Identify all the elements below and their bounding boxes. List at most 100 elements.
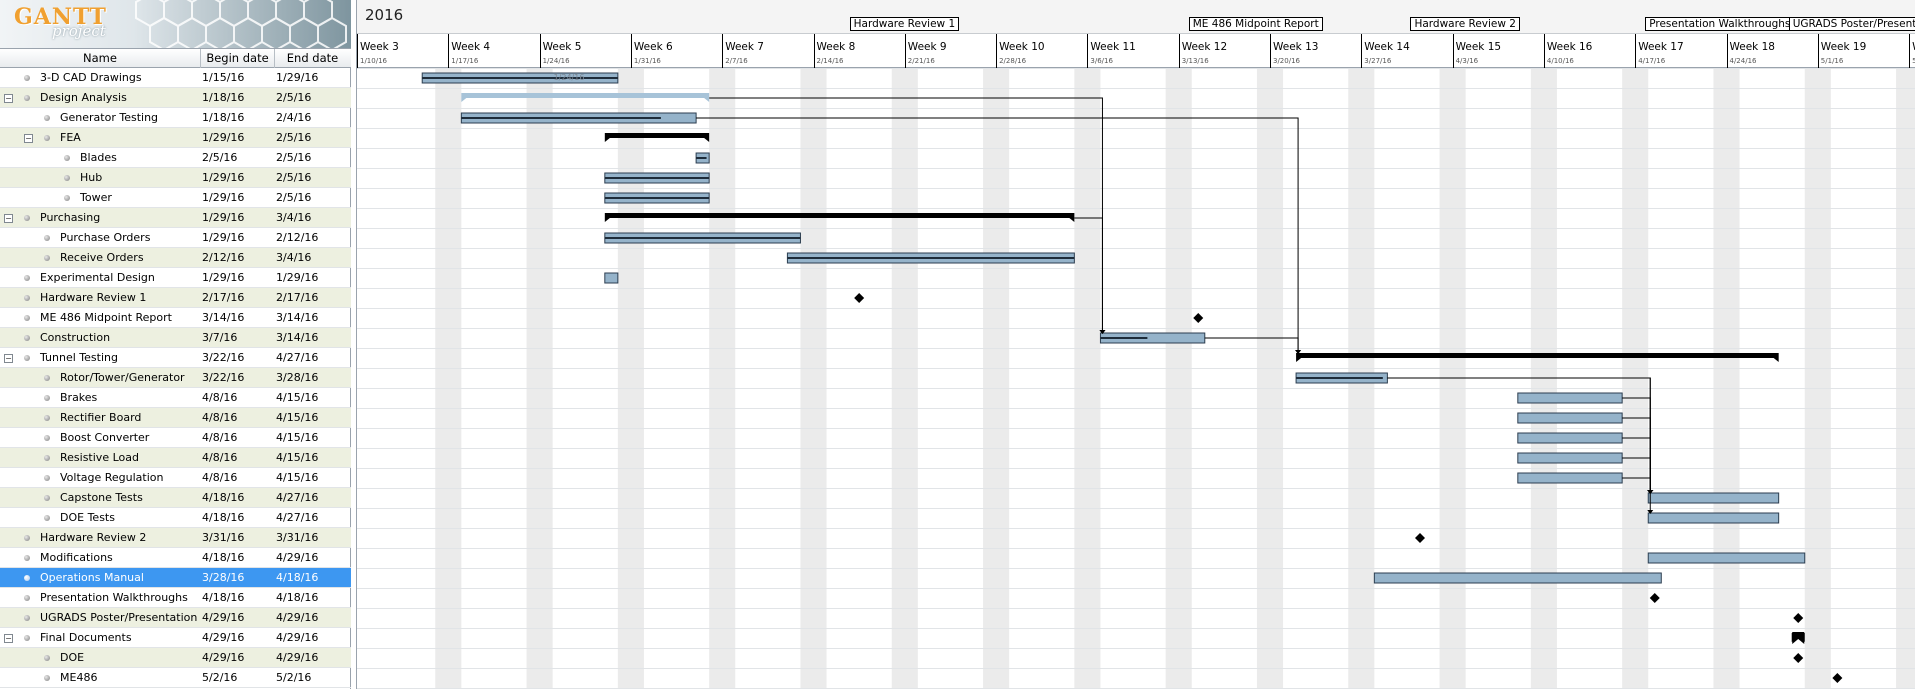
task-row[interactable]: − Tunnel Testing 3/22/16 4/27/16	[0, 348, 351, 368]
task-begin-date: 4/8/16	[202, 431, 238, 444]
task-row[interactable]: UGRADS Poster/Presentation 4/29/16 4/29/16	[0, 608, 351, 628]
task-name: Purchase Orders	[60, 231, 151, 244]
group-bar-end-cap	[704, 138, 710, 142]
task-row[interactable]: Experimental Design 1/29/16 1/29/16	[0, 268, 351, 288]
group-summary-bar[interactable]	[461, 93, 710, 98]
column-header-begin-date[interactable]: Begin date	[201, 49, 275, 68]
task-name: Presentation Walkthroughs	[40, 591, 188, 604]
task-row[interactable]: Hub 1/29/16 2/5/16	[0, 168, 351, 188]
week-column-header: Week 15 4/3/16	[1452, 34, 1544, 68]
task-row[interactable]: − Purchasing 1/29/16 3/4/16	[0, 208, 351, 228]
task-end-date: 4/27/16	[276, 351, 319, 364]
milestone-tag[interactable]: Presentation Walkthroughs	[1645, 17, 1795, 31]
milestone-tag[interactable]: UGRADS Poster/Presentation	[1788, 17, 1915, 31]
task-row[interactable]: Rotor/Tower/Generator 3/22/16 3/28/16	[0, 368, 351, 388]
task-begin-date: 3/22/16	[202, 371, 245, 384]
collapse-toggle-icon[interactable]: −	[4, 214, 13, 223]
task-bar[interactable]	[1517, 412, 1623, 424]
milestone-tag[interactable]: Hardware Review 1	[849, 17, 960, 31]
week-label: Week 19	[1820, 41, 1867, 53]
milestone-tag[interactable]: ME 486 Midpoint Report	[1188, 17, 1323, 31]
task-bar[interactable]	[1517, 472, 1623, 484]
task-begin-date: 1/18/16	[202, 91, 245, 104]
milestone-diamond[interactable]	[1832, 673, 1843, 683]
group-summary-bar[interactable]	[604, 133, 710, 138]
task-progress-line	[604, 197, 710, 199]
task-row[interactable]: Modifications 4/18/16 4/29/16	[0, 548, 351, 568]
task-row[interactable]: ME486 5/2/16 5/2/16	[0, 668, 351, 688]
milestone-diamond[interactable]	[1193, 313, 1204, 323]
task-name: Boost Converter	[60, 431, 150, 444]
task-bar[interactable]	[1373, 572, 1662, 584]
task-row[interactable]: Rectifier Board 4/8/16 4/15/16	[0, 408, 351, 428]
week-start-date: 3/27/16	[1364, 57, 1392, 65]
task-row[interactable]: Blades 2/5/16 2/5/16	[0, 148, 351, 168]
gantt-chart-area[interactable]: 1/24/16	[357, 68, 1915, 689]
task-row[interactable]: Hardware Review 2 3/31/16 3/31/16	[0, 528, 351, 548]
task-name: ME 486 Midpoint Report	[40, 311, 172, 324]
task-row[interactable]: Hardware Review 1 2/17/16 2/17/16	[0, 288, 351, 308]
task-name: Capstone Tests	[60, 491, 143, 504]
task-row[interactable]: Presentation Walkthroughs 4/18/16 4/18/16	[0, 588, 351, 608]
task-bar[interactable]	[1647, 512, 1780, 524]
task-bar[interactable]	[1517, 392, 1623, 404]
task-bar[interactable]	[1517, 432, 1623, 444]
task-end-date: 2/5/16	[276, 151, 312, 164]
task-row[interactable]: Generator Testing 1/18/16 2/4/16	[0, 108, 351, 128]
task-row[interactable]: 3-D CAD Drawings 1/15/16 1/29/16	[0, 68, 351, 88]
app-logo: GANTT project	[0, 0, 351, 48]
task-row[interactable]: DOE 4/29/16 4/29/16	[0, 648, 351, 668]
milestone-diamond[interactable]	[1793, 653, 1804, 663]
weekend-shading	[526, 68, 553, 688]
week-column-header: Week 12 3/13/16	[1178, 34, 1270, 68]
task-row[interactable]: DOE Tests 4/18/16 4/27/16	[0, 508, 351, 528]
task-end-date: 4/27/16	[276, 491, 319, 504]
task-row[interactable]: Receive Orders 2/12/16 3/4/16	[0, 248, 351, 268]
task-bullet-icon	[24, 555, 30, 561]
task-begin-date: 3/28/16	[202, 571, 245, 584]
task-bar[interactable]	[1517, 452, 1623, 464]
task-row[interactable]: Construction 3/7/16 3/14/16	[0, 328, 351, 348]
task-row[interactable]: − Design Analysis 1/18/16 2/5/16	[0, 88, 351, 108]
task-row[interactable]: Tower 1/29/16 2/5/16	[0, 188, 351, 208]
task-row[interactable]: − FEA 1/29/16 2/5/16	[0, 128, 351, 148]
collapse-toggle-icon[interactable]: −	[4, 354, 13, 363]
final-documents-marker[interactable]	[1792, 632, 1805, 644]
task-bar[interactable]	[1647, 552, 1806, 564]
milestone-diamond[interactable]	[1414, 533, 1425, 543]
task-end-date: 2/5/16	[276, 131, 312, 144]
task-end-date: 2/5/16	[276, 91, 312, 104]
task-bar[interactable]	[604, 272, 619, 284]
task-row[interactable]: Voltage Regulation 4/8/16 4/15/16	[0, 468, 351, 488]
task-row[interactable]: Resistive Load 4/8/16 4/15/16	[0, 448, 351, 468]
task-row[interactable]: Purchase Orders 1/29/16 2/12/16	[0, 228, 351, 248]
group-summary-bar[interactable]	[1296, 353, 1779, 358]
gantt-chart-canvas[interactable]: 1/24/16	[357, 68, 1915, 689]
task-row[interactable]: − Final Documents 4/29/16 4/29/16	[0, 628, 351, 648]
task-end-date: 3/4/16	[276, 211, 312, 224]
milestone-diamond[interactable]	[1649, 593, 1660, 603]
milestone-tag[interactable]: Hardware Review 2	[1410, 17, 1520, 31]
task-row[interactable]: Brakes 4/8/16 4/15/16	[0, 388, 351, 408]
column-header-name[interactable]: Name	[0, 49, 201, 68]
task-row[interactable]: ME 486 Midpoint Report 3/14/16 3/14/16	[0, 308, 351, 328]
task-row[interactable]: Boost Converter 4/8/16 4/15/16	[0, 428, 351, 448]
group-summary-bar[interactable]	[604, 213, 1075, 218]
task-begin-date: 2/12/16	[202, 251, 245, 264]
weekend-shading	[1804, 68, 1831, 688]
week-column-header: Week 17 4/17/16	[1635, 34, 1726, 68]
task-begin-date: 2/5/16	[202, 151, 238, 164]
collapse-toggle-icon[interactable]: −	[4, 634, 13, 643]
collapse-toggle-icon[interactable]: −	[4, 94, 13, 103]
milestone-diamond[interactable]	[1793, 613, 1804, 623]
milestone-diamond[interactable]	[854, 293, 865, 303]
task-progress-line	[461, 117, 661, 119]
task-bullet-icon	[24, 355, 30, 361]
task-bar[interactable]	[1647, 492, 1780, 504]
task-name: FEA	[60, 131, 81, 144]
task-row[interactable]: Capstone Tests 4/18/16 4/27/16	[0, 488, 351, 508]
column-header-end-date[interactable]: End date	[275, 49, 350, 68]
task-row[interactable]: Operations Manual 3/28/16 4/18/16	[0, 568, 351, 588]
task-bullet-icon	[44, 515, 50, 521]
collapse-toggle-icon[interactable]: −	[24, 134, 33, 143]
